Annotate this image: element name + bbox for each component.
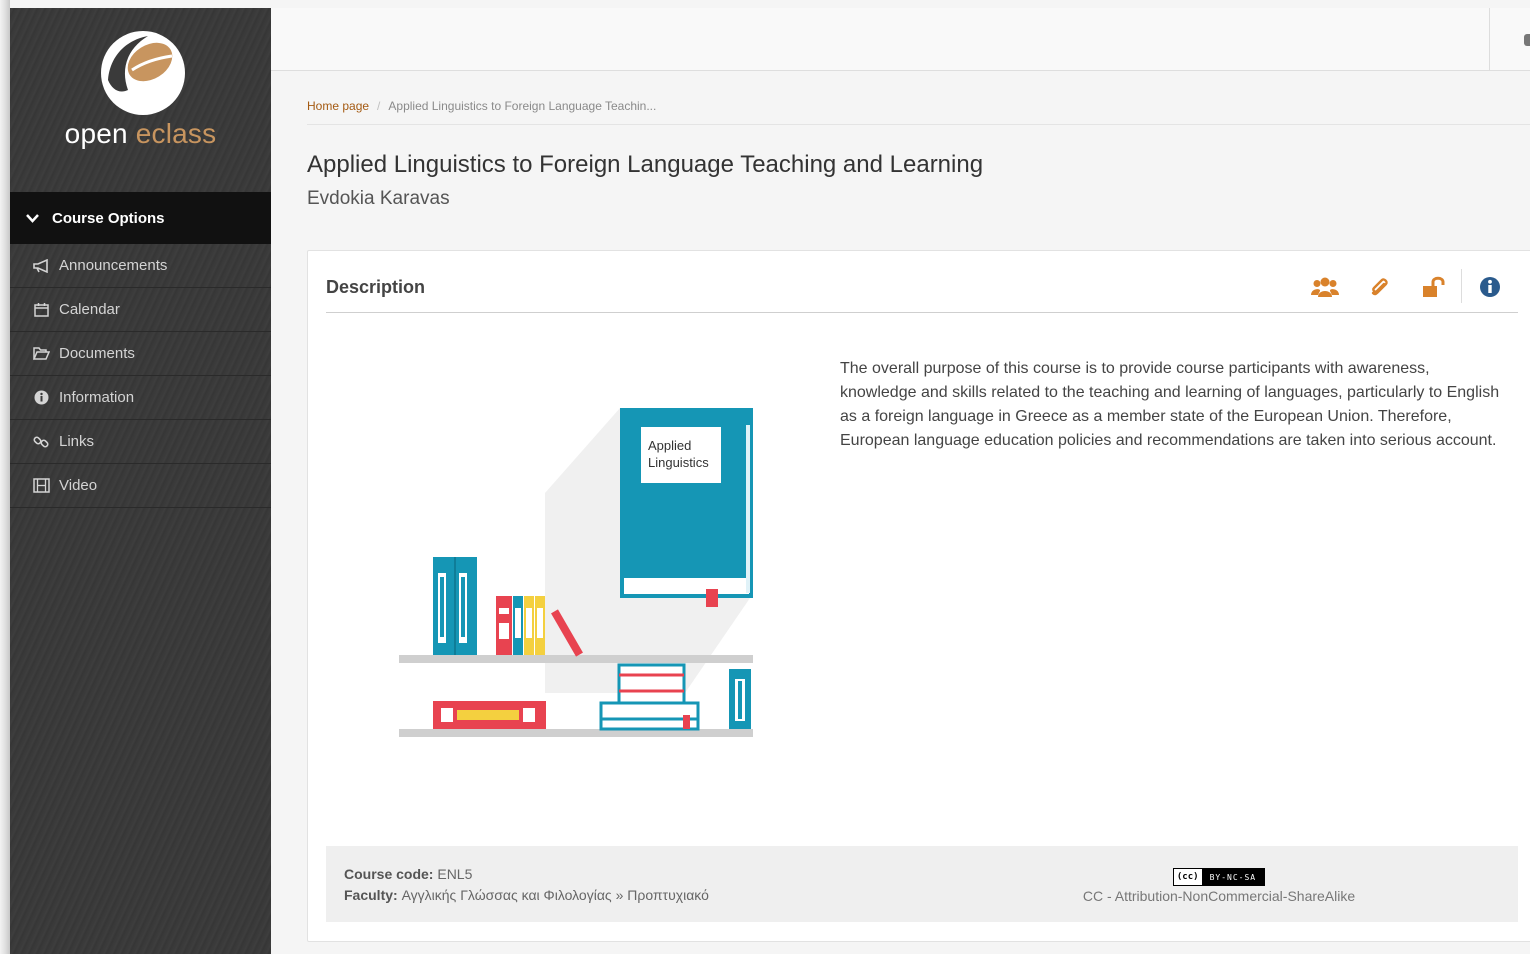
- panel-title: Description: [326, 277, 426, 297]
- faculty-line: Faculty: Αγγλικής Γλώσσας και Φιλολογίας…: [344, 885, 709, 906]
- page-title: Applied Linguistics to Foreign Language …: [307, 151, 984, 178]
- unlock-icon[interactable]: [1420, 273, 1448, 301]
- sidebar-item-video[interactable]: Video: [10, 464, 271, 508]
- film-icon: [32, 477, 50, 495]
- brand-name: open eclass: [10, 118, 271, 150]
- license-info: (cc) BY-NC-SA CC - Attribution-NonCommer…: [1074, 866, 1364, 904]
- eclass-logo-icon: [101, 31, 185, 115]
- breadcrumb-home-link[interactable]: Home page: [307, 99, 369, 113]
- sidebar-item-label: Information: [59, 389, 135, 406]
- top-bar: [271, 8, 1530, 71]
- link-icon: [32, 433, 50, 451]
- course-code-label: Course code:: [344, 866, 434, 882]
- cc-badge-terms: BY-NC-SA: [1209, 872, 1257, 882]
- sidebar-item-calendar[interactable]: Calendar: [10, 288, 271, 332]
- license-text: CC - Attribution-NonCommercial-ShareAlik…: [1082, 888, 1356, 904]
- cc-badge-mark: (cc): [1173, 869, 1202, 885]
- paperclip-icon[interactable]: [1366, 273, 1394, 301]
- faculty-value: Αγγλικής Γλώσσας και Φιλολογίας » Προπτυ…: [401, 887, 709, 903]
- bullhorn-icon: [32, 257, 50, 275]
- sidebar-item-label: Calendar: [59, 301, 120, 318]
- sidebar: open eclass Course Options Announcements…: [10, 8, 271, 954]
- book-label-line1: Applied: [648, 438, 691, 453]
- info-circle-icon[interactable]: [1476, 273, 1504, 301]
- breadcrumb-separator: /: [377, 99, 381, 113]
- course-illustration: Applied Linguistics: [399, 408, 753, 737]
- breadcrumb: Home page / Applied Linguistics to Foreign…: [307, 99, 1530, 125]
- sidebar-item-label: Announcements: [59, 257, 168, 274]
- info-circle-icon: [32, 389, 50, 407]
- folder-open-icon: [32, 345, 50, 363]
- big-book: Applied Linguistics: [620, 408, 753, 607]
- panel-header: Description: [326, 251, 1518, 313]
- panel-footer: Course code: ENL5 Faculty: Αγγλικής Γλώσ…: [326, 846, 1518, 922]
- sidebar-item-label: Documents: [59, 345, 135, 362]
- sidebar-item-links[interactable]: Links: [10, 420, 271, 464]
- users-icon[interactable]: [1311, 273, 1339, 301]
- course-options-label: Course Options: [52, 209, 165, 227]
- sidebar-item-label: Video: [59, 477, 98, 494]
- shelf-bottom: [399, 729, 753, 737]
- top-bar-divider: [1489, 8, 1490, 71]
- app-frame: open eclass Course Options Announcements…: [0, 0, 1530, 954]
- course-code-line: Course code: ENL5: [344, 864, 709, 885]
- course-professor: Evdokia Karavas: [307, 188, 450, 209]
- main-content: Home page / Applied Linguistics to Foreign…: [271, 72, 1530, 954]
- sidebar-item-documents[interactable]: Documents: [10, 332, 271, 376]
- chevron-down-icon: [26, 213, 40, 223]
- course-meta: Course code: ENL5 Faculty: Αγγλικής Γλώσ…: [344, 864, 709, 906]
- brand-name-part2: eclass: [135, 118, 217, 149]
- course-description: The overall purpose of this course is to…: [840, 360, 1500, 449]
- faculty-label: Faculty:: [344, 887, 398, 903]
- sidebar-item-information[interactable]: Information: [10, 376, 271, 420]
- logo[interactable]: open eclass: [10, 8, 271, 192]
- sidebar-item-label: Links: [59, 433, 95, 450]
- breadcrumb-current: Applied Linguistics to Foreign Language …: [388, 99, 657, 113]
- course-options-toggle[interactable]: Course Options: [10, 192, 271, 244]
- brand-name-part1: open: [64, 118, 136, 149]
- user-menu-icon[interactable]: [1524, 34, 1530, 46]
- course-code-value: ENL5: [437, 866, 473, 882]
- cc-license-badge[interactable]: (cc) BY-NC-SA: [1172, 868, 1266, 886]
- book-label-line2: Linguistics: [648, 455, 709, 470]
- sidebar-item-announcements[interactable]: Announcements: [10, 244, 271, 288]
- description-panel: Description Applied Linguistics The over…: [307, 250, 1530, 942]
- calendar-icon: [32, 301, 50, 319]
- standing-teal-book: [729, 669, 751, 729]
- tools-divider: [1461, 269, 1462, 303]
- lying-red-book: [433, 701, 546, 729]
- teal-books: [433, 557, 477, 655]
